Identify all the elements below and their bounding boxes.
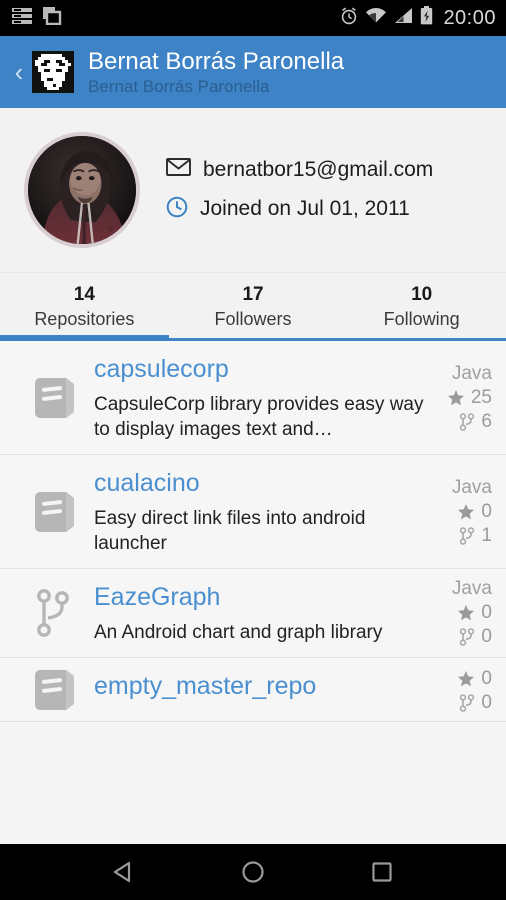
signal-icon	[394, 7, 413, 29]
tab-followers-count: 17	[242, 284, 264, 305]
profile-header: bernatbor15@gmail.com Joined on Jul 01, …	[0, 108, 506, 273]
list-item[interactable]: EazeGraph An Android chart and graph lib…	[0, 569, 506, 658]
star-icon	[458, 503, 475, 519]
envelope-icon	[166, 158, 191, 181]
repo-forks-count: 0	[481, 626, 492, 647]
repo-stars: 0	[457, 501, 492, 523]
repo-forks-count: 6	[481, 410, 492, 432]
repo-name[interactable]: EazeGraph	[94, 581, 436, 614]
repo-main: cualacino Easy direct link files into an…	[90, 455, 446, 568]
profile-info: bernatbor15@gmail.com Joined on Jul 01, …	[166, 158, 433, 223]
tab-following[interactable]: 10 Following	[337, 273, 506, 341]
list-item[interactable]: capsulecorp CapsuleCorp library provides…	[0, 341, 506, 455]
avatar[interactable]	[24, 132, 140, 248]
fork-icon	[460, 693, 475, 712]
repo-meta: Java 0 1	[446, 477, 492, 547]
action-bar: ‹ Bernat Borrás Paronella Bernat Borrás …	[0, 36, 506, 108]
repo-description: Easy direct link files into android laun…	[94, 508, 366, 554]
page-subtitle: Bernat Borrás Paronella	[88, 76, 270, 96]
list-item[interactable]: empty_master_repo 0 0	[0, 658, 506, 722]
tab-repositories[interactable]: 14 Repositories	[0, 273, 169, 341]
star-icon	[458, 670, 475, 686]
list-lines-icon	[12, 7, 32, 30]
stats-tabs: 14 Repositories 17 Followers 10 Followin…	[0, 273, 506, 341]
repo-language: Java	[451, 476, 492, 498]
repo-forks: 6	[459, 411, 492, 433]
repo-meta: Java 25 6	[441, 363, 492, 433]
repo-main: EazeGraph An Android chart and graph lib…	[90, 569, 446, 657]
tab-following-count: 10	[411, 284, 433, 305]
repo-language: Java	[451, 578, 492, 599]
joined-value: Joined on Jul 01, 2011	[200, 197, 410, 220]
status-clock: 20:00	[443, 6, 496, 29]
repo-stars: 0	[457, 668, 492, 690]
status-notification-icons	[12, 6, 62, 30]
star-icon	[458, 605, 475, 621]
back-chevron-icon[interactable]: ‹	[8, 59, 30, 85]
battery-charging-icon	[420, 6, 433, 30]
repo-name[interactable]: empty_master_repo	[94, 670, 441, 703]
tab-selected-indicator	[0, 335, 169, 341]
email-row: bernatbor15@gmail.com	[166, 158, 433, 182]
layers-icon	[42, 6, 62, 30]
alarm-icon	[340, 7, 358, 30]
repo-forks: 1	[459, 525, 492, 547]
phone-screen: 20:00 ‹ Bernat Borrás Paronella Bernat B…	[0, 0, 506, 900]
clock-icon	[166, 196, 188, 223]
repo-stars-count: 0	[481, 667, 492, 689]
repo-name[interactable]: capsulecorp	[94, 353, 431, 386]
tab-followers-label: Followers	[214, 309, 292, 329]
recents-square-icon[interactable]	[352, 852, 412, 892]
fork-repo-icon	[16, 586, 90, 640]
fork-icon	[460, 628, 475, 646]
email-value: bernatbor15@gmail.com	[203, 157, 434, 181]
action-bar-titles: Bernat Borrás Paronella Bernat Borrás Pa…	[88, 48, 344, 97]
page-title: Bernat Borrás Paronella	[88, 47, 345, 75]
repo-meta: 0 0	[451, 666, 492, 714]
tab-repositories-label: Repositories	[34, 309, 135, 329]
fork-icon	[460, 412, 475, 431]
repo-description: An Android chart and graph library	[94, 622, 383, 643]
repo-meta: Java 0 0	[446, 578, 492, 648]
tab-following-label: Following	[383, 309, 460, 329]
repo-forks-count: 0	[481, 691, 492, 713]
status-system-icons: 20:00	[340, 6, 496, 30]
repo-forks: 0	[459, 692, 492, 714]
pixel-avatar-icon[interactable]	[32, 51, 74, 93]
fork-icon	[460, 526, 475, 545]
status-bar: 20:00	[0, 0, 506, 36]
joined-row: Joined on Jul 01, 2011	[166, 196, 433, 223]
star-icon	[447, 389, 464, 405]
repo-stars-count: 0	[481, 602, 492, 623]
repo-stars-count: 0	[481, 500, 492, 522]
repo-main: empty_master_repo	[90, 658, 451, 721]
book-repo-icon	[16, 664, 90, 716]
tab-repositories-count: 14	[73, 284, 95, 305]
repo-description: CapsuleCorp library provides easy way to…	[94, 394, 424, 440]
home-circle-icon[interactable]	[223, 852, 283, 892]
repo-stars-count: 25	[470, 386, 492, 408]
tab-followers[interactable]: 17 Followers	[169, 273, 338, 341]
list-item[interactable]: cualacino Easy direct link files into an…	[0, 455, 506, 569]
repo-stars: 25	[447, 387, 492, 409]
repo-forks: 0	[459, 626, 492, 648]
back-triangle-icon[interactable]	[94, 852, 154, 892]
wifi-icon	[365, 7, 387, 29]
book-repo-icon	[16, 372, 90, 424]
repo-stars: 0	[457, 602, 492, 624]
system-nav-bar	[0, 844, 506, 900]
repository-list[interactable]: capsulecorp CapsuleCorp library provides…	[0, 341, 506, 844]
repo-main: capsulecorp CapsuleCorp library provides…	[90, 341, 441, 454]
book-repo-icon	[16, 486, 90, 538]
repo-forks-count: 1	[481, 524, 492, 546]
repo-language: Java	[451, 362, 492, 384]
repo-name[interactable]: cualacino	[94, 467, 436, 500]
